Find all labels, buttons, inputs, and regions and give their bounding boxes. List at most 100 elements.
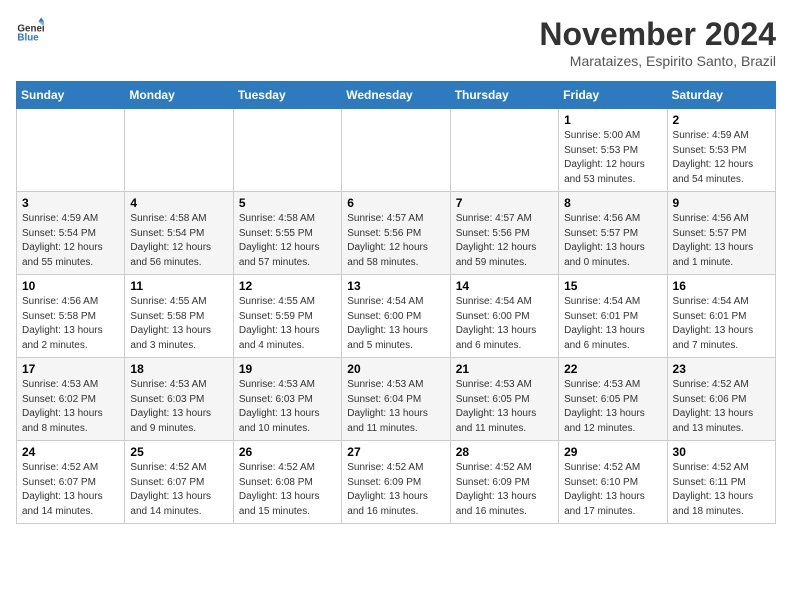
day-number: 19 [239,362,336,376]
day-number: 17 [22,362,119,376]
month-title: November 2024 [539,16,776,53]
day-info: Sunrise: 4:56 AMSunset: 5:58 PMDaylight:… [22,295,119,353]
col-wednesday: Wednesday [342,82,450,109]
day-number: 2 [673,113,770,127]
table-row: 11 Sunrise: 4:55 AMSunset: 5:58 PMDayligh… [125,275,233,358]
table-row: 26 Sunrise: 4:52 AMSunset: 6:08 PMDayligh… [233,441,341,524]
day-info: Sunrise: 4:53 AMSunset: 6:03 PMDaylight:… [130,378,227,436]
table-row: 14 Sunrise: 4:54 AMSunset: 6:00 PMDayligh… [450,275,558,358]
day-info: Sunrise: 4:57 AMSunset: 5:56 PMDaylight:… [456,212,553,270]
day-info: Sunrise: 4:58 AMSunset: 5:54 PMDaylight:… [130,212,227,270]
col-thursday: Thursday [450,82,558,109]
calendar-week-row: 24 Sunrise: 4:52 AMSunset: 6:07 PMDayligh… [17,441,776,524]
day-info: Sunrise: 4:56 AMSunset: 5:57 PMDaylight:… [673,212,770,270]
logo: General Blue [16,16,44,44]
calendar-week-row: 10 Sunrise: 4:56 AMSunset: 5:58 PMDayligh… [17,275,776,358]
day-number: 14 [456,279,553,293]
table-row: 27 Sunrise: 4:52 AMSunset: 6:09 PMDayligh… [342,441,450,524]
day-number: 20 [347,362,444,376]
day-number: 26 [239,445,336,459]
col-friday: Friday [559,82,667,109]
table-row: 12Sunrise: 4:55 AMSunset: 5:59 PMDayligh… [233,275,341,358]
table-row [17,109,125,192]
table-row: 21 Sunrise: 4:53 AMSunset: 6:05 PMDayligh… [450,358,558,441]
day-info: Sunrise: 4:53 AMSunset: 6:03 PMDaylight:… [239,378,336,436]
table-row: 5 Sunrise: 4:58 AMSunset: 5:55 PMDaylight… [233,192,341,275]
day-info: Sunrise: 4:59 AMSunset: 5:54 PMDaylight:… [22,212,119,270]
day-info: Sunrise: 4:54 AMSunset: 6:00 PMDaylight:… [456,295,553,353]
day-info: Sunrise: 4:54 AMSunset: 6:01 PMDaylight:… [564,295,661,353]
day-info: Sunrise: 4:53 AMSunset: 6:04 PMDaylight:… [347,378,444,436]
table-row: 28 Sunrise: 4:52 AMSunset: 6:09 PMDayligh… [450,441,558,524]
day-number: 16 [673,279,770,293]
day-number: 1 [564,113,661,127]
day-number: 15 [564,279,661,293]
day-number: 30 [673,445,770,459]
day-number: 5 [239,196,336,210]
day-number: 4 [130,196,227,210]
table-row: 2 Sunrise: 4:59 AMSunset: 5:53 PMDaylight… [667,109,775,192]
day-info: Sunrise: 4:52 AMSunset: 6:09 PMDaylight:… [456,461,553,519]
table-row: 17Sunrise: 4:53 AMSunset: 6:02 PMDayligh… [17,358,125,441]
table-row: 15 Sunrise: 4:54 AMSunset: 6:01 PMDayligh… [559,275,667,358]
day-info: Sunrise: 4:52 AMSunset: 6:10 PMDaylight:… [564,461,661,519]
day-number: 21 [456,362,553,376]
table-row [342,109,450,192]
day-info: Sunrise: 5:00 AMSunset: 5:53 PMDaylight:… [564,129,661,187]
day-info: Sunrise: 4:52 AMSunset: 6:09 PMDaylight:… [347,461,444,519]
day-info: Sunrise: 4:52 AMSunset: 6:11 PMDaylight:… [673,461,770,519]
day-number: 18 [130,362,227,376]
calendar-header-row: Sunday Monday Tuesday Wednesday Thursday… [17,82,776,109]
day-info: Sunrise: 4:54 AMSunset: 6:01 PMDaylight:… [673,295,770,353]
day-number: 25 [130,445,227,459]
day-number: 24 [22,445,119,459]
col-tuesday: Tuesday [233,82,341,109]
day-info: Sunrise: 4:52 AMSunset: 6:08 PMDaylight:… [239,461,336,519]
table-row: 9 Sunrise: 4:56 AMSunset: 5:57 PMDaylight… [667,192,775,275]
day-number: 9 [673,196,770,210]
table-row: 6 Sunrise: 4:57 AMSunset: 5:56 PMDaylight… [342,192,450,275]
day-number: 6 [347,196,444,210]
table-row: 16 Sunrise: 4:54 AMSunset: 6:01 PMDayligh… [667,275,775,358]
day-info: Sunrise: 4:56 AMSunset: 5:57 PMDaylight:… [564,212,661,270]
day-info: Sunrise: 4:52 AMSunset: 6:06 PMDaylight:… [673,378,770,436]
table-row: 8 Sunrise: 4:56 AMSunset: 5:57 PMDaylight… [559,192,667,275]
day-info: Sunrise: 4:55 AMSunset: 5:58 PMDaylight:… [130,295,227,353]
day-info: Sunrise: 4:52 AMSunset: 6:07 PMDaylight:… [130,461,227,519]
table-row: 30 Sunrise: 4:52 AMSunset: 6:11 PMDayligh… [667,441,775,524]
day-info: Sunrise: 4:57 AMSunset: 5:56 PMDaylight:… [347,212,444,270]
table-row: 1 Sunrise: 5:00 AMSunset: 5:53 PMDaylight… [559,109,667,192]
table-row [233,109,341,192]
table-row: 23Sunrise: 4:52 AMSunset: 6:06 PMDayligh… [667,358,775,441]
table-row: 25 Sunrise: 4:52 AMSunset: 6:07 PMDayligh… [125,441,233,524]
day-number: 10 [22,279,119,293]
table-row: 20 Sunrise: 4:53 AMSunset: 6:04 PMDayligh… [342,358,450,441]
day-info: Sunrise: 4:52 AMSunset: 6:07 PMDaylight:… [22,461,119,519]
col-sunday: Sunday [17,82,125,109]
day-number: 8 [564,196,661,210]
day-number: 22 [564,362,661,376]
day-info: Sunrise: 4:53 AMSunset: 6:05 PMDaylight:… [564,378,661,436]
table-row: 24 Sunrise: 4:52 AMSunset: 6:07 PMDayligh… [17,441,125,524]
title-area: November 2024 Marataizes, Espirito Santo… [539,16,776,69]
calendar-week-row: 3 Sunrise: 4:59 AMSunset: 5:54 PMDaylight… [17,192,776,275]
table-row: 3 Sunrise: 4:59 AMSunset: 5:54 PMDaylight… [17,192,125,275]
table-row: 19 Sunrise: 4:53 AMSunset: 6:03 PMDayligh… [233,358,341,441]
day-number: 27 [347,445,444,459]
page-header: General Blue November 2024 Marataizes, E… [16,16,776,69]
day-number: 3 [22,196,119,210]
calendar-week-row: 17Sunrise: 4:53 AMSunset: 6:02 PMDayligh… [17,358,776,441]
day-info: Sunrise: 4:59 AMSunset: 5:53 PMDaylight:… [673,129,770,187]
logo-icon: General Blue [16,16,44,44]
calendar-week-row: 1 Sunrise: 5:00 AMSunset: 5:53 PMDaylight… [17,109,776,192]
day-info: Sunrise: 4:53 AMSunset: 6:05 PMDaylight:… [456,378,553,436]
col-saturday: Saturday [667,82,775,109]
day-number: 28 [456,445,553,459]
day-number: 13 [347,279,444,293]
table-row: 4 Sunrise: 4:58 AMSunset: 5:54 PMDaylight… [125,192,233,275]
day-number: 11 [130,279,227,293]
table-row [125,109,233,192]
svg-text:Blue: Blue [17,33,39,44]
day-info: Sunrise: 4:58 AMSunset: 5:55 PMDaylight:… [239,212,336,270]
location-subtitle: Marataizes, Espirito Santo, Brazil [539,53,776,69]
